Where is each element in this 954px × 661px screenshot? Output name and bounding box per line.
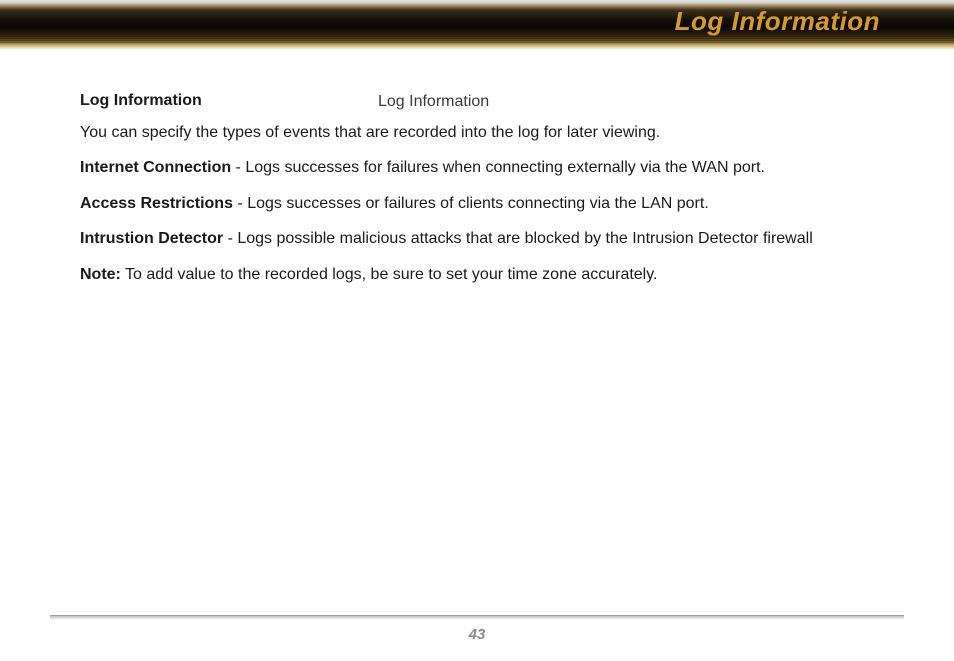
content-area: Log Information Log Information You can … — [0, 50, 954, 286]
page-title: Log Information — [675, 6, 880, 37]
intro-paragraph: You can specify the types of events that… — [80, 122, 878, 144]
page-number: 43 — [0, 626, 954, 643]
note-paragraph: Note: To add value to the recorded logs,… — [80, 264, 878, 286]
definition-item: Internet Connection - Logs successes for… — [80, 157, 878, 179]
figure-caption: Log Information — [368, 92, 878, 112]
header-stripes — [0, 36, 954, 44]
definition-body: - Logs possible malicious attacks that a… — [223, 230, 813, 247]
definition-item: Access Restrictions - Logs successes or … — [80, 193, 878, 215]
definition-label: Access Restrictions — [80, 195, 233, 212]
definition-item: Intrustion Detector - Logs possible mali… — [80, 228, 878, 250]
definition-label: Internet Connection — [80, 159, 231, 176]
note-label: Note: — [80, 266, 121, 283]
definition-body: - Logs successes or failures of clients … — [233, 195, 709, 212]
footer-divider — [50, 615, 904, 620]
note-body: To add value to the recorded logs, be su… — [121, 266, 658, 283]
definition-body: - Logs successes for failures when conne… — [231, 159, 765, 176]
definition-label: Intrustion Detector — [80, 230, 223, 247]
footer: 43 — [0, 615, 954, 643]
header-band: Log Information — [0, 0, 954, 50]
